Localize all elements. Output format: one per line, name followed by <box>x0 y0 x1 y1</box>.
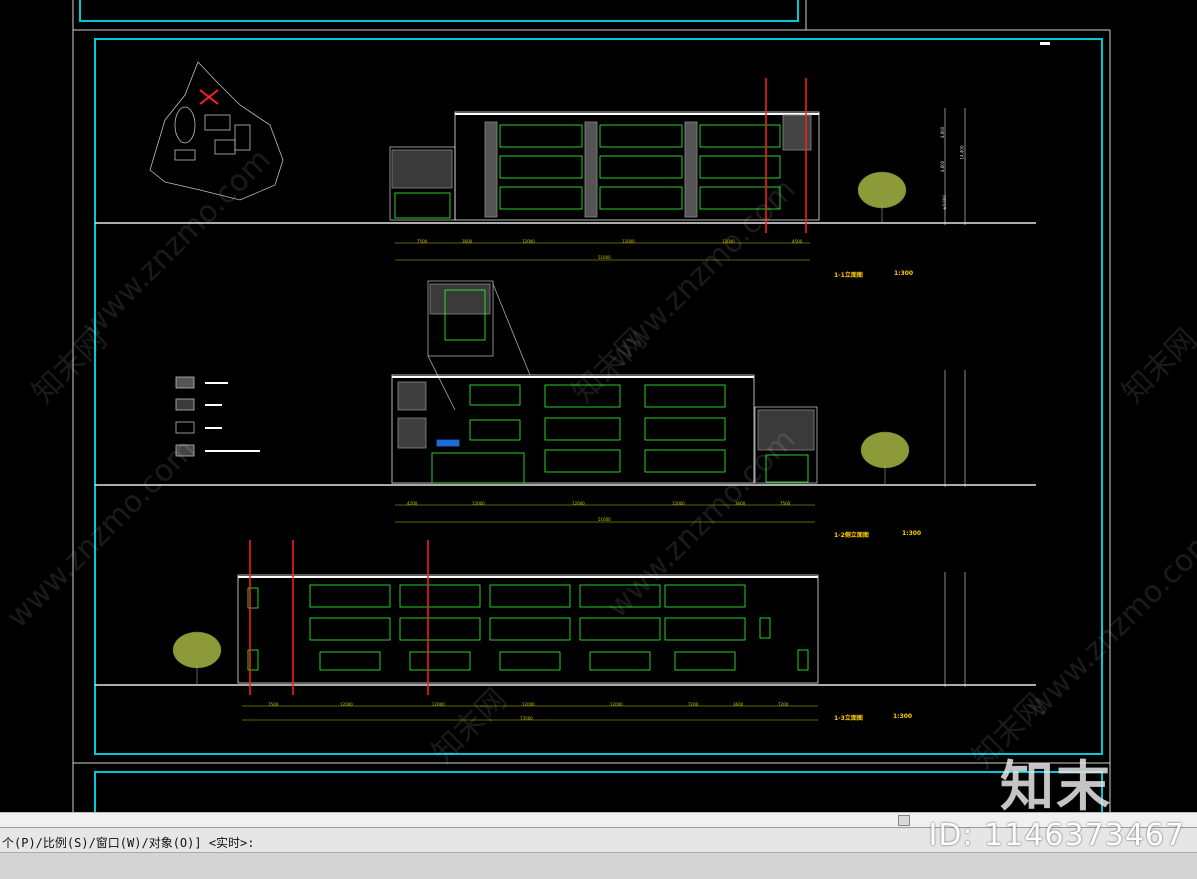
dim-label: 12000 <box>622 239 635 244</box>
site-plan <box>149 61 284 201</box>
status-bar <box>0 852 1197 879</box>
dim-label: 4500 <box>792 239 803 244</box>
elevation-3-title: 1-3立面图 <box>834 715 863 722</box>
dim-label: 7500 <box>780 501 791 506</box>
level-mark: 4.800 <box>940 126 946 139</box>
material-legend <box>175 376 260 457</box>
dim-label: 12000 <box>522 702 535 707</box>
dim-label: 7200 <box>778 702 789 707</box>
elevation-2-title: 1-2侧立面图 <box>834 532 869 539</box>
dim-label: 12000 <box>672 501 685 506</box>
dim-label: 3600 <box>735 501 746 506</box>
dim-label: 12000 <box>340 702 353 707</box>
dim-total: 51600 <box>598 255 611 260</box>
dim-label: 3600 <box>733 702 744 707</box>
dim-label: 12000 <box>522 239 535 244</box>
dim-label: 3600 <box>462 239 473 244</box>
level-mark: 14.400 <box>959 145 965 160</box>
dim-label: 7500 <box>417 239 428 244</box>
elevation-1-scale: 1:300 <box>894 270 914 277</box>
dim-label: 7200 <box>688 702 699 707</box>
dim-label: 4200 <box>407 501 418 506</box>
drawing-canvas[interactable]: 1-1立面图 1:300 1-2侧立面图 1:300 1-3立面图 1:300 … <box>0 0 1197 818</box>
dim-label: 12000 <box>722 239 735 244</box>
elevation-2 <box>391 280 818 523</box>
elevation-2-scale: 1:300 <box>902 530 922 537</box>
elevation-1 <box>389 78 820 261</box>
elevation-3 <box>237 540 819 721</box>
brand-logo: 知末 <box>1000 755 1112 818</box>
dim-label: 12000 <box>432 702 445 707</box>
elevation-3-scale: 1:300 <box>893 713 913 720</box>
level-markers <box>944 108 966 687</box>
dim-label: 12000 <box>472 501 485 506</box>
scrollbar-thumb[interactable] <box>898 815 910 826</box>
dim-total: 51600 <box>598 517 611 522</box>
command-prompt: 个(P)/比例(S)/窗口(W)/对象(O)] <实时>: <box>2 836 255 850</box>
level-mark: ±0.000 <box>941 195 947 210</box>
dim-total: 73500 <box>520 716 533 721</box>
elevation-1-title: 1-1立面图 <box>834 272 863 279</box>
level-mark: 4.800 <box>940 160 946 173</box>
dim-label: 12000 <box>572 501 585 506</box>
image-id-overlay: ID: 1146373467 <box>928 818 1185 853</box>
dim-label: 7500 <box>268 702 279 707</box>
cad-drawing <box>72 0 1111 812</box>
dim-label: 12000 <box>610 702 623 707</box>
